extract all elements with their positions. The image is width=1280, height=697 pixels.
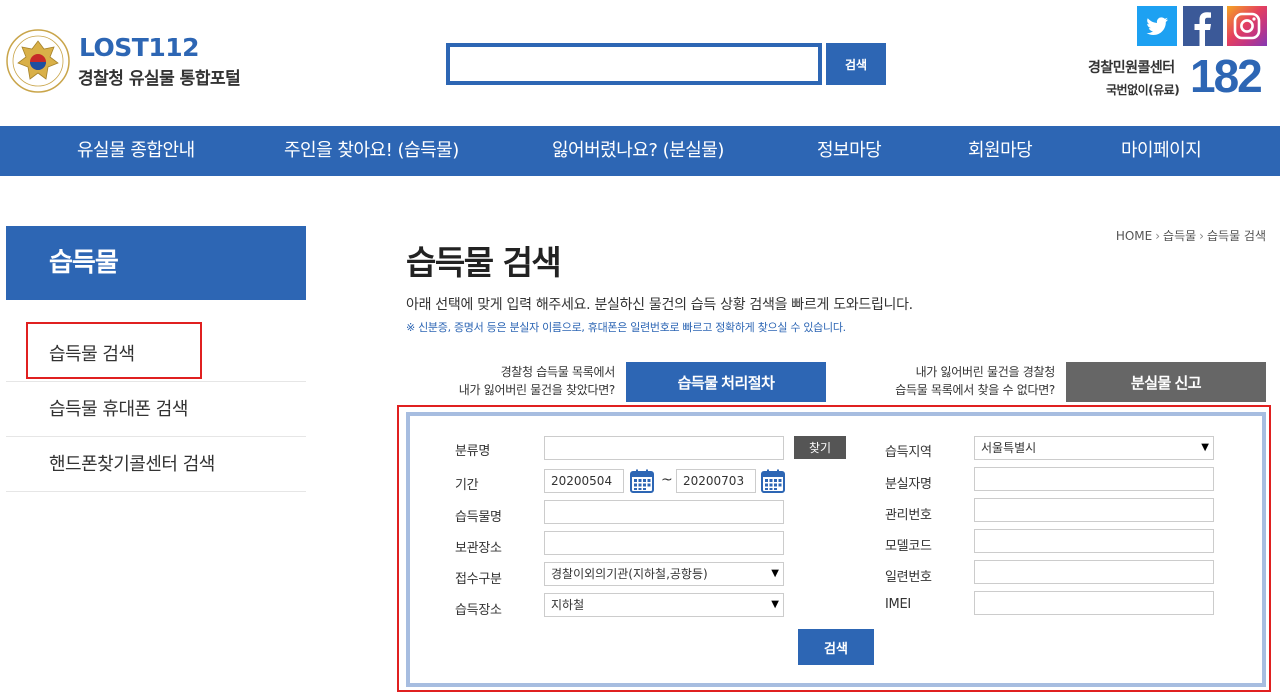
find-category-button[interactable]: 찾기 [794,436,846,459]
promo-right-text: 내가 잃어버린 물건을 경찰청 습득물 목록에서 찾을 수 없다면? [895,363,1055,399]
chevron-right-icon: › [1199,229,1204,243]
breadcrumb-found[interactable]: 습득물 [1163,229,1196,243]
found-place-value: 지하철 [551,598,585,612]
page-description: 아래 선택에 맞게 입력 해주세요. 분실하신 물건의 습득 상황 검색을 빠르… [406,297,913,313]
police-emblem-logo[interactable] [6,29,70,93]
breadcrumb: HOME › 습득물 › 습득물 검색 [1116,227,1266,244]
sidebar-item-found-search[interactable]: 습득물 검색 [6,327,306,382]
model-code-label: 모델코드 [885,539,932,554]
item-name-label: 습득물명 [455,510,502,525]
receipt-type-label: 접수구분 [455,572,502,587]
callcenter-number: 182 [1190,50,1263,102]
item-name-input[interactable] [544,500,784,524]
header-search-button[interactable]: 검색 [826,43,886,85]
storage-label: 보관장소 [455,541,502,556]
callcenter-label: 경찰민원콜센터 [1088,60,1175,76]
page-title: 습득물 검색 [406,243,562,282]
region-label: 습득지역 [885,445,932,460]
header-search-box [446,43,822,85]
category-input[interactable] [544,436,784,460]
found-place-label: 습득장소 [455,603,502,618]
calendar-icon[interactable] [761,469,785,493]
storage-input[interactable] [544,531,784,555]
nav-item-guide[interactable]: 유실물 종합안내 [77,126,195,176]
category-label: 분류명 [455,444,490,459]
chevron-right-icon: › [1155,229,1161,243]
calendar-icon[interactable] [630,469,654,493]
header-search-input[interactable] [450,47,818,81]
serial-input[interactable] [974,560,1214,584]
promo-left-line: 내가 잃어버린 물건을 찾았다면? [458,383,616,397]
owner-name-label: 분실자명 [885,477,932,492]
promo-left-text: 경찰청 습득물 목록에서 내가 잃어버린 물건을 찾았다면? [458,363,616,399]
logo-title[interactable]: LOST112 [79,33,200,62]
receipt-type-select[interactable]: 경찰이외의기관(지하철,공항등) ▼ [544,562,784,586]
region-select[interactable]: 서울특별시 ▼ [974,436,1214,460]
breadcrumb-current: 습득물 검색 [1206,229,1266,243]
owner-name-input[interactable] [974,467,1214,491]
nav-item-lost[interactable]: 잃어버렸나요? (분실물) [552,126,724,176]
imei-label: IMEI [885,597,911,612]
sidebar-item-callcenter-search[interactable]: 핸드폰찾기콜센터 검색 [6,437,306,492]
period-label: 기간 [455,478,479,493]
manage-no-label: 관리번호 [885,508,932,523]
report-lost-button[interactable]: 분실물 신고 [1066,362,1266,402]
promo-right-line: 습득물 목록에서 찾을 수 없다면? [895,383,1055,397]
promo-left-line: 경찰청 습득물 목록에서 [500,365,616,379]
nav-item-info[interactable]: 정보마당 [817,126,882,176]
region-value: 서울특별시 [981,441,1037,455]
facebook-icon[interactable] [1183,6,1223,46]
select-arrow-icon: ▼ [771,568,779,579]
manage-no-input[interactable] [974,498,1214,522]
promo-right-line: 내가 잃어버린 물건을 경찰청 [915,365,1056,379]
nav-item-member[interactable]: 회원마당 [968,126,1033,176]
twitter-icon[interactable] [1137,6,1177,46]
select-arrow-icon: ▼ [771,599,779,610]
nav-item-found[interactable]: 주인을 찾아요! (습득물) [284,126,459,176]
sidebar-item-phone-search[interactable]: 습득물 휴대폰 검색 [6,382,306,437]
sidebar-title: 습득물 [6,226,306,300]
receipt-type-value: 경찰이외의기관(지하철,공항등) [551,567,708,581]
date-to-input[interactable] [676,469,756,493]
model-code-input[interactable] [974,529,1214,553]
date-from-input[interactable] [544,469,624,493]
select-arrow-icon: ▼ [1201,442,1209,453]
page-note: ※ 신분증, 증명서 등은 분실자 이름으로, 휴대폰은 일련번호로 빠르고 정… [406,321,846,334]
serial-label: 일련번호 [885,570,932,585]
main-nav: 유실물 종합안내 주인을 찾아요! (습득물) 잃어버렸나요? (분실물) 정보… [0,126,1280,176]
breadcrumb-home[interactable]: HOME [1116,229,1152,243]
date-range-separator: ~ [661,472,673,488]
found-place-select[interactable]: 지하철 ▼ [544,593,784,617]
imei-input[interactable] [974,591,1214,615]
nav-item-mypage[interactable]: 마이페이지 [1121,126,1202,176]
search-submit-button[interactable]: 검색 [798,629,874,665]
instagram-icon[interactable] [1227,6,1267,46]
found-procedure-button[interactable]: 습득물 처리절차 [626,362,826,402]
logo-subtitle[interactable]: 경찰청 유실물 통합포털 [78,64,241,89]
callcenter-note: 국번없이(유료) [1106,83,1180,97]
